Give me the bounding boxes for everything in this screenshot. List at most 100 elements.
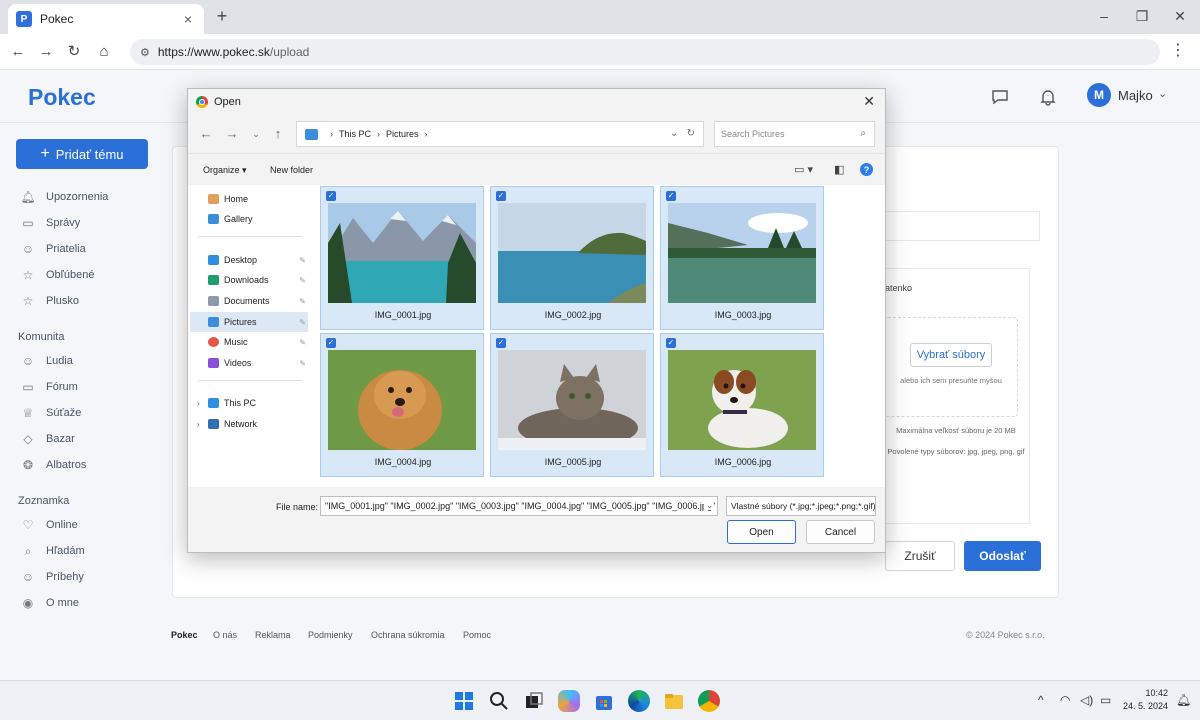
dialog-search-input[interactable]: Search Pictures ⌕ bbox=[714, 121, 875, 147]
sidebar-item-hladam[interactable]: ⌕ Hľadám bbox=[20, 542, 85, 560]
sidebar-item-sutaze[interactable]: ♕ Súťaže bbox=[20, 404, 82, 422]
help-icon[interactable]: ? bbox=[860, 163, 873, 176]
notifications-bell-icon[interactable]: 🔔︎ bbox=[1176, 693, 1191, 707]
file-type-filter[interactable]: Vlastné súbory (*.jpg;*.jpeg;*.png;*.gif… bbox=[726, 496, 876, 516]
checkbox-checked-icon[interactable]: ✓ bbox=[666, 338, 676, 348]
file-name-input[interactable]: "IMG_0001.jpg" "IMG_0002.jpg" "IMG_0003.… bbox=[320, 496, 718, 516]
breadcrumb-this-pc[interactable]: This PC bbox=[339, 129, 371, 139]
pin-icon[interactable]: ✎ bbox=[299, 318, 306, 327]
nav-item-pictures[interactable]: Pictures ✎ bbox=[190, 312, 308, 332]
search-icon[interactable] bbox=[488, 690, 510, 712]
checkbox-checked-icon[interactable]: ✓ bbox=[496, 338, 506, 348]
footer-brand[interactable]: Pokec bbox=[171, 630, 198, 640]
file-tile[interactable]: ✓ IMG_0001.jpg bbox=[320, 186, 484, 330]
sidebar-item-o-mne[interactable]: ◉ O mne bbox=[20, 594, 79, 612]
cancel-button[interactable]: Zrušiť bbox=[885, 541, 955, 571]
add-topic-button[interactable]: + Pridať tému bbox=[16, 139, 148, 169]
more-vert-icon[interactable]: ⋮ bbox=[1170, 43, 1186, 59]
site-logo[interactable]: Pokec bbox=[28, 84, 96, 111]
microsoft-store-icon[interactable] bbox=[593, 690, 615, 712]
nav-item-gallery[interactable]: Gallery bbox=[190, 209, 308, 229]
organize-menu[interactable]: Organize ▾ bbox=[203, 165, 247, 176]
file-tile[interactable]: ✓ IMG_0005.jpg bbox=[490, 333, 654, 477]
avatar[interactable]: M bbox=[1087, 83, 1111, 107]
nav-item-this-pc[interactable]: › This PC bbox=[190, 393, 308, 413]
address-dropdown-refresh-icon[interactable]: ⌄ ↻ bbox=[670, 128, 695, 139]
back-arrow-icon[interactable]: ← bbox=[8, 42, 28, 62]
restore-icon[interactable]: ❐ bbox=[1132, 8, 1152, 25]
file-explorer-icon[interactable] bbox=[663, 690, 685, 712]
edge-browser-icon[interactable] bbox=[628, 690, 650, 712]
dialog-close-icon[interactable]: ✕ bbox=[863, 93, 875, 110]
reload-icon[interactable]: ↻ bbox=[64, 42, 84, 62]
new-folder-button[interactable]: New folder bbox=[270, 165, 313, 175]
window-close-icon[interactable]: ✕ bbox=[1170, 8, 1190, 25]
wifi-icon[interactable]: ◠ bbox=[1060, 693, 1070, 707]
task-view-icon[interactable] bbox=[523, 690, 545, 712]
pin-icon[interactable]: ✎ bbox=[299, 338, 306, 347]
nav-item-downloads[interactable]: Downloads ✎ bbox=[190, 270, 308, 290]
dialog-address-bar[interactable]: › This PC › Pictures › ⌄ ↻ bbox=[296, 121, 704, 147]
clock[interactable]: 10:42 24. 5. 2024 bbox=[1118, 687, 1168, 713]
choose-files-button[interactable]: Vybrať súbory bbox=[910, 343, 992, 367]
pin-icon[interactable]: ✎ bbox=[299, 276, 306, 285]
nav-item-documents[interactable]: Documents ✎ bbox=[190, 291, 308, 311]
home-icon[interactable]: ⌂ bbox=[94, 42, 114, 62]
user-name[interactable]: Majko bbox=[1118, 88, 1153, 103]
title-input-area[interactable] bbox=[876, 211, 1040, 241]
recent-locations-chevron-icon[interactable]: ⌄ bbox=[248, 129, 264, 140]
dialog-cancel-button[interactable]: Cancel bbox=[806, 520, 875, 544]
tab-close-icon[interactable]: × bbox=[180, 11, 196, 27]
sidebar-item-forum[interactable]: ▭ Fórum bbox=[20, 378, 77, 396]
checkbox-checked-icon[interactable]: ✓ bbox=[666, 191, 676, 201]
footer-link-reklama[interactable]: Reklama bbox=[255, 630, 291, 640]
file-tile[interactable]: ✓ IMG_0004.jpg bbox=[320, 333, 484, 477]
dialog-back-icon[interactable]: ← bbox=[198, 126, 214, 141]
pin-icon[interactable]: ✎ bbox=[299, 256, 306, 265]
file-tile[interactable]: ✓ IMG_0003.jpg bbox=[660, 186, 824, 330]
checkbox-checked-icon[interactable]: ✓ bbox=[326, 338, 336, 348]
new-tab-icon[interactable]: + bbox=[212, 6, 232, 27]
sidebar-item-albatros[interactable]: ❂ Albatros bbox=[20, 456, 86, 474]
expand-chevron-icon[interactable]: › bbox=[197, 399, 200, 408]
pin-icon[interactable]: ✎ bbox=[299, 359, 306, 368]
nav-item-desktop[interactable]: Desktop ✎ bbox=[190, 250, 308, 270]
sidebar-item-bazar[interactable]: ◇ Bazar bbox=[20, 430, 74, 448]
breadcrumb-pictures[interactable]: Pictures bbox=[386, 129, 419, 139]
show-hidden-icons-chevron-icon[interactable]: ^ bbox=[1038, 693, 1044, 707]
sidebar-item-pribehy[interactable]: ☺ Príbehy bbox=[20, 568, 84, 586]
address-bar[interactable]: ⚙ https://www.pokec.sk/upload bbox=[130, 39, 1160, 65]
footer-link-pomoc[interactable]: Pomoc bbox=[463, 630, 491, 640]
chrome-icon[interactable] bbox=[698, 690, 720, 712]
preview-pane-icon[interactable]: ◧ bbox=[834, 163, 844, 176]
checkbox-checked-icon[interactable]: ✓ bbox=[326, 191, 336, 201]
nav-item-music[interactable]: Music ✎ bbox=[190, 332, 308, 352]
expand-chevron-icon[interactable]: › bbox=[197, 420, 200, 429]
footer-link-ochrana-sukromia[interactable]: Ochrana súkromia bbox=[371, 630, 445, 640]
open-button[interactable]: Open bbox=[727, 520, 796, 544]
footer-link-podmienky[interactable]: Podmienky bbox=[308, 630, 353, 640]
sidebar-item-ludia[interactable]: ☺ Ľudia bbox=[20, 352, 73, 370]
view-options-icon[interactable]: ▭ ▾ bbox=[794, 163, 813, 176]
chat-icon[interactable] bbox=[991, 88, 1009, 111]
sidebar-item-oblubene[interactable]: ☆ Obľúbené bbox=[20, 266, 95, 284]
browser-tab[interactable]: P Pokec × bbox=[8, 4, 204, 34]
dialog-forward-icon[interactable]: → bbox=[224, 126, 240, 141]
nav-item-home[interactable]: Home bbox=[190, 189, 308, 209]
windows-start-icon[interactable] bbox=[453, 690, 475, 712]
sidebar-item-plusko[interactable]: ☆ Plusko bbox=[20, 292, 79, 310]
forward-arrow-icon[interactable]: → bbox=[36, 42, 56, 62]
chevron-down-icon[interactable]: ⌄ bbox=[704, 501, 713, 510]
chevron-down-icon[interactable]: ⌄ bbox=[1158, 87, 1167, 100]
checkbox-checked-icon[interactable]: ✓ bbox=[496, 191, 506, 201]
pin-icon[interactable]: ✎ bbox=[299, 297, 306, 306]
minimize-icon[interactable]: – bbox=[1094, 8, 1114, 24]
site-settings-icon[interactable]: ⚙ bbox=[140, 46, 150, 59]
nav-item-network[interactable]: › Network bbox=[190, 414, 308, 434]
nav-item-videos[interactable]: Videos ✎ bbox=[190, 353, 308, 373]
sidebar-item-upozornenia[interactable]: 🔔︎ Upozornenia bbox=[20, 188, 108, 206]
file-tile[interactable]: ✓ IMG_0006.jpg bbox=[660, 333, 824, 477]
sidebar-item-online[interactable]: ♡ Online bbox=[20, 516, 78, 534]
up-folder-icon[interactable]: ↑ bbox=[270, 126, 286, 141]
submit-button[interactable]: Odoslať bbox=[964, 541, 1041, 571]
